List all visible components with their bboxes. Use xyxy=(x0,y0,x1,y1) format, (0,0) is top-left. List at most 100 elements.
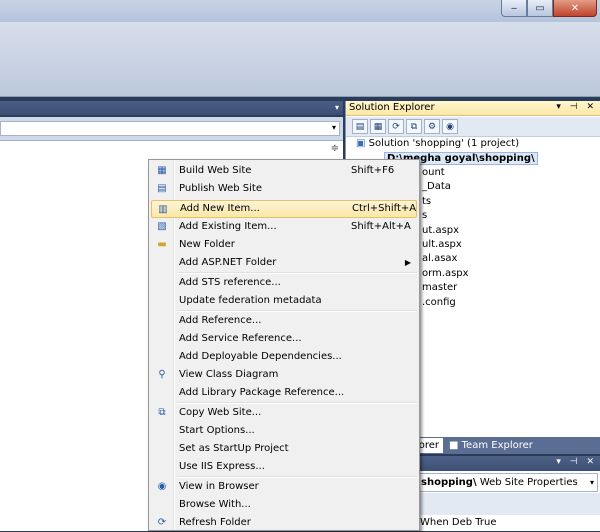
menu-item[interactable]: Start Options... xyxy=(151,422,417,440)
tree-item-label: ult.aspx xyxy=(422,239,462,250)
menu-item[interactable]: Add STS reference... xyxy=(151,274,417,292)
menu-item[interactable]: Browse With... xyxy=(151,496,417,514)
menu-item-label: View in Browser xyxy=(179,481,259,492)
menu-item[interactable]: ⟳ Refresh Folder xyxy=(151,514,417,532)
menu-item-label: Update federation metadata xyxy=(179,295,322,306)
menu-item[interactable]: ▥ Add New Item... Ctrl+Shift+A xyxy=(151,200,417,218)
tree-item-label: Solution 'shopping' (1 project) xyxy=(368,138,520,149)
menu-item-label: View Class Diagram xyxy=(179,369,279,380)
menu-item-label: Copy Web Site... xyxy=(179,407,262,418)
panel-controls[interactable]: ▾ ⊣ ✕ xyxy=(556,457,597,467)
tree-item-label: .config xyxy=(422,297,456,308)
tree-item[interactable]: ▣ Solution 'shopping' (1 project) xyxy=(346,138,600,152)
menu-item-label: Add STS reference... xyxy=(179,277,281,288)
properties-icon[interactable]: ▤ xyxy=(352,119,368,134)
existing-item-icon: ▧ xyxy=(157,221,167,232)
property-name: When Deb xyxy=(420,517,473,528)
menu-item-label: Add ASP.NET Folder xyxy=(179,257,277,268)
menu-item[interactable]: Add Deployable Dependencies... xyxy=(151,348,417,366)
properties-object-type: Web Site Properties xyxy=(479,477,578,488)
refresh-icon[interactable]: ⟳ xyxy=(388,119,404,134)
menu-item[interactable]: Set as StartUp Project xyxy=(151,440,417,458)
menu-item[interactable]: ⧉ Copy Web Site... xyxy=(151,404,417,422)
menu-item-shortcut: Shift+F6 xyxy=(351,165,395,176)
aspnet-config-icon[interactable]: ◉ xyxy=(442,119,458,134)
tab-team-explorer[interactable]: ■ Team Explorer xyxy=(445,438,537,453)
menu-item[interactable]: ▬ New Folder xyxy=(151,236,417,254)
menu-item-label: Add Reference... xyxy=(179,315,262,326)
splitter-icon[interactable]: ≑ xyxy=(331,143,339,154)
menu-item-label: Set as StartUp Project xyxy=(179,443,289,454)
menu-item[interactable]: Add ASP.NET Folder ▶ xyxy=(151,254,417,272)
show-all-files-icon[interactable]: ▦ xyxy=(370,119,386,134)
minimize-button[interactable]: ‒ xyxy=(501,0,527,17)
menu-item[interactable]: Add Reference... xyxy=(151,312,417,330)
menu-item-label: Add Service Reference... xyxy=(179,333,302,344)
menu-item-shortcut: Shift+Alt+A xyxy=(351,221,411,232)
refresh-icon: ⟳ xyxy=(157,517,167,528)
menu-item[interactable]: Add Library Package Reference... xyxy=(151,384,417,402)
solution-explorer-title-bar: Solution Explorer ▾ ⊣ ✕ xyxy=(346,101,600,116)
document-tab-strip: ▾ xyxy=(0,101,343,115)
copy-web-icon: ⧉ xyxy=(158,407,166,418)
toolbar-area xyxy=(0,22,600,97)
menu-item-label: Build Web Site xyxy=(179,165,252,176)
new-item-icon: ▥ xyxy=(158,204,168,215)
menu-item[interactable]: ▦ Build Web Site Shift+F6 xyxy=(151,162,417,180)
tree-item-label: orm.aspx xyxy=(422,268,469,279)
menu-separator xyxy=(177,272,417,274)
class-diagram-icon: ⚲ xyxy=(158,369,166,380)
menu-item[interactable]: ⚲ View Class Diagram xyxy=(151,366,417,384)
team-explorer-icon: ■ xyxy=(449,440,462,451)
menu-item[interactable]: Use IIS Express... xyxy=(151,458,417,476)
chevron-down-icon: ▾ xyxy=(331,123,336,132)
panel-controls[interactable]: ▾ ⊣ ✕ xyxy=(556,102,597,112)
properties-object-name: shopping\ xyxy=(421,477,477,488)
property-value: True xyxy=(475,517,497,528)
property-row[interactable]: When Deb True xyxy=(420,517,497,528)
window-title-bar: ‒ ▭ ✕ xyxy=(0,0,600,22)
menu-item[interactable]: ▧ Add Existing Item... Shift+Alt+A xyxy=(151,218,417,236)
nest-related-files-icon[interactable]: ⧉ xyxy=(406,119,422,134)
tree-item-label: master xyxy=(422,282,458,293)
tree-item-label: ut.aspx xyxy=(422,225,460,236)
menu-item-label: Add Existing Item... xyxy=(179,221,277,232)
menu-separator xyxy=(177,402,417,404)
solution-explorer-toolbar: ▤ ▦ ⟳ ⧉ ⚙ ◉ xyxy=(346,117,600,137)
maximize-button[interactable]: ▭ xyxy=(527,0,553,17)
chevron-down-icon: ▾ xyxy=(589,478,594,487)
build-icon: ▦ xyxy=(157,165,167,176)
menu-item[interactable]: ◉ View in Browser xyxy=(151,478,417,496)
publish-icon: ▤ xyxy=(157,183,167,194)
copy-web-site-icon[interactable]: ⚙ xyxy=(424,119,440,134)
folder-icon: ▬ xyxy=(157,239,167,250)
menu-item[interactable]: Add Service Reference... xyxy=(151,330,417,348)
menu-separator xyxy=(177,310,417,312)
menu-item-label: Start Options... xyxy=(179,425,255,436)
close-button[interactable]: ✕ xyxy=(553,0,597,17)
menu-item[interactable]: ▤ Publish Web Site xyxy=(151,180,417,198)
navigation-combo[interactable]: ▾ xyxy=(0,121,340,136)
tree-item-label: ts xyxy=(422,196,432,207)
solution-explorer-title: Solution Explorer xyxy=(349,102,435,113)
menu-item-label: Browse With... xyxy=(179,499,251,510)
navigation-bar: ▾ xyxy=(0,117,343,141)
tree-item-label: al.asax xyxy=(422,253,458,264)
menu-item-shortcut: Ctrl+Shift+A xyxy=(352,203,417,214)
menu-item[interactable]: Update federation metadata xyxy=(151,292,417,310)
menu-item-label: Refresh Folder xyxy=(179,517,251,528)
menu-item-label: Add New Item... xyxy=(180,203,260,214)
tree-item-label: _Data xyxy=(422,181,451,192)
menu-item-label: New Folder xyxy=(179,239,235,250)
menu-separator xyxy=(177,476,417,478)
context-menu: ▦ Build Web Site Shift+F6 ▤ Publish Web Site… xyxy=(148,159,420,531)
window-controls: ‒ ▭ ✕ xyxy=(501,0,597,17)
solution-icon: ▣ xyxy=(356,138,369,149)
tree-item-label: s xyxy=(422,210,428,221)
menu-item-label: Publish Web Site xyxy=(179,183,263,194)
browser-icon: ◉ xyxy=(157,481,167,492)
tab-dropdown-icon[interactable]: ▾ xyxy=(335,103,339,112)
tab-team-explorer-label: Team Explorer xyxy=(461,440,533,451)
menu-item-label: Add Deployable Dependencies... xyxy=(179,351,342,362)
menu-item-label: Add Library Package Reference... xyxy=(179,387,345,398)
